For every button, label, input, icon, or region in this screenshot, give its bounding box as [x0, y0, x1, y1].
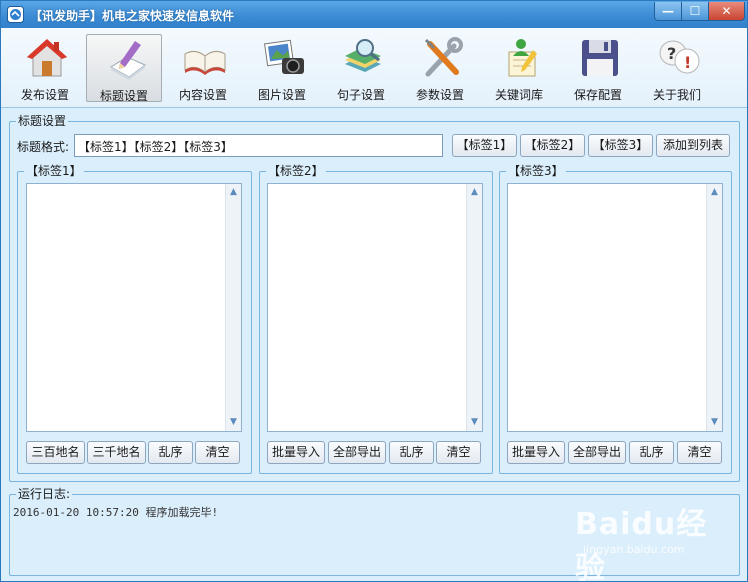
toolbar-label: 发布设置 — [20, 88, 69, 102]
scroll-down-icon[interactable]: ▼ — [709, 417, 720, 428]
person-notepad-icon — [508, 39, 537, 77]
title-format-input[interactable]: 【标签1】【标签2】【标签3】 — [74, 134, 443, 157]
watermark-url: jingyan.baidu.com — [583, 543, 685, 556]
shuffle-button[interactable]: 乱序 — [148, 441, 193, 464]
question-mark-icon: ? ! — [659, 40, 700, 74]
vertical-scrollbar[interactable]: ▲ ▼ — [225, 184, 241, 431]
tools-icon — [424, 37, 463, 77]
close-icon: ✕ — [721, 4, 732, 18]
scroll-down-icon[interactable]: ▼ — [469, 417, 480, 428]
vertical-scrollbar[interactable]: ▲ ▼ — [706, 184, 722, 431]
scroll-up-icon[interactable]: ▲ — [228, 187, 239, 198]
title-format-label: 标题格式: — [17, 140, 70, 154]
panel-legend: 【标签3】 — [506, 164, 566, 178]
window-title: 【讯发助手】机电之家快速发信息软件 — [30, 9, 235, 23]
title-bar[interactable]: 【讯发助手】机电之家快速发信息软件 — ☐ ✕ — [1, 1, 747, 28]
clear-button[interactable]: 清空 — [195, 441, 240, 464]
pencil-paper-icon — [110, 41, 146, 80]
three-hundred-places-button[interactable]: 三百地名 — [26, 441, 85, 464]
toolbar-publish-settings[interactable]: 发布设置 — [7, 34, 83, 102]
tag3-listbox[interactable]: ▲ ▼ — [507, 183, 723, 432]
toolbar-keyword-library[interactable]: 关键词库 — [481, 34, 557, 102]
photo-camera-icon — [264, 39, 304, 74]
scroll-up-icon[interactable]: ▲ — [469, 187, 480, 198]
insert-tag1-button[interactable]: 【标签1】 — [452, 134, 517, 157]
toolbar-label: 参数设置 — [415, 88, 464, 102]
scroll-down-icon[interactable]: ▼ — [228, 417, 239, 428]
toolbar-label: 关于我们 — [652, 88, 701, 102]
group-legend: 运行日志: — [16, 487, 73, 501]
open-book-icon — [184, 50, 226, 75]
watermark-logo: Baidu经验 — [575, 507, 708, 582]
toolbar-content-settings[interactable]: 内容设置 — [165, 34, 241, 102]
toolbar-label: 标题设置 — [99, 89, 148, 103]
log-entry: 2016-01-20 10:57:20 程序加载完毕! — [13, 506, 219, 519]
maximize-button[interactable]: ☐ — [682, 2, 709, 21]
books-magnifier-icon — [345, 39, 381, 72]
group-legend: 标题设置 — [16, 114, 69, 128]
shuffle-button[interactable]: 乱序 — [629, 441, 674, 464]
panel-legend: 【标签1】 — [24, 164, 84, 178]
export-all-button[interactable]: 全部导出 — [328, 441, 386, 464]
main-toolbar: 发布设置 标题设置 内容设置 图片设置 句子设置 参数设置 关键词库 保存配置 … — [1, 28, 747, 108]
toolbar-title-settings[interactable]: 标题设置 — [86, 34, 162, 103]
close-button[interactable]: ✕ — [709, 2, 745, 21]
toolbar-label: 保存配置 — [573, 88, 622, 102]
insert-tag3-button[interactable]: 【标签3】 — [588, 134, 653, 157]
house-icon — [26, 39, 68, 77]
three-thousand-places-button[interactable]: 三千地名 — [87, 441, 146, 464]
toolbar-label: 图片设置 — [257, 88, 306, 102]
toolbar-label: 内容设置 — [178, 88, 227, 102]
toolbar-about-us[interactable]: ? ! 关于我们 — [639, 34, 715, 102]
vertical-scrollbar[interactable]: ▲ ▼ — [466, 184, 482, 431]
shuffle-button[interactable]: 乱序 — [389, 441, 434, 464]
batch-import-button[interactable]: 批量导入 — [507, 441, 565, 464]
panel-legend: 【标签2】 — [266, 164, 326, 178]
tag2-listbox[interactable]: ▲ ▼ — [267, 183, 483, 432]
insert-tag2-button[interactable]: 【标签2】 — [520, 134, 585, 157]
toolbar-parameter-settings[interactable]: 参数设置 — [402, 34, 478, 102]
minimize-button[interactable]: — — [654, 2, 682, 21]
toolbar-sentence-settings[interactable]: 句子设置 — [323, 34, 399, 102]
toolbar-label: 关键词库 — [494, 88, 543, 102]
app-window: 【讯发助手】机电之家快速发信息软件 — ☐ ✕ 发布设置 标题设置 内容设置 图… — [0, 0, 748, 582]
floppy-disk-icon — [582, 40, 618, 76]
watermark: Baidu经验 jingyan.baidu.com — [575, 499, 735, 582]
svg-text:?: ? — [667, 44, 676, 63]
toolbar-save-config[interactable]: 保存配置 — [560, 34, 636, 102]
tag1-listbox[interactable]: ▲ ▼ — [26, 183, 242, 432]
maximize-icon: ☐ — [689, 4, 701, 18]
toolbar-image-settings[interactable]: 图片设置 — [244, 34, 320, 102]
toolbar-label: 句子设置 — [336, 88, 385, 102]
scroll-up-icon[interactable]: ▲ — [709, 187, 720, 198]
add-to-list-button[interactable]: 添加到列表 — [656, 134, 730, 157]
export-all-button[interactable]: 全部导出 — [568, 441, 626, 464]
app-logo-icon — [7, 6, 24, 23]
minimize-icon: — — [662, 4, 674, 18]
batch-import-button[interactable]: 批量导入 — [267, 441, 325, 464]
svg-text:!: ! — [684, 53, 691, 72]
clear-button[interactable]: 清空 — [677, 441, 722, 464]
clear-button[interactable]: 清空 — [436, 441, 481, 464]
